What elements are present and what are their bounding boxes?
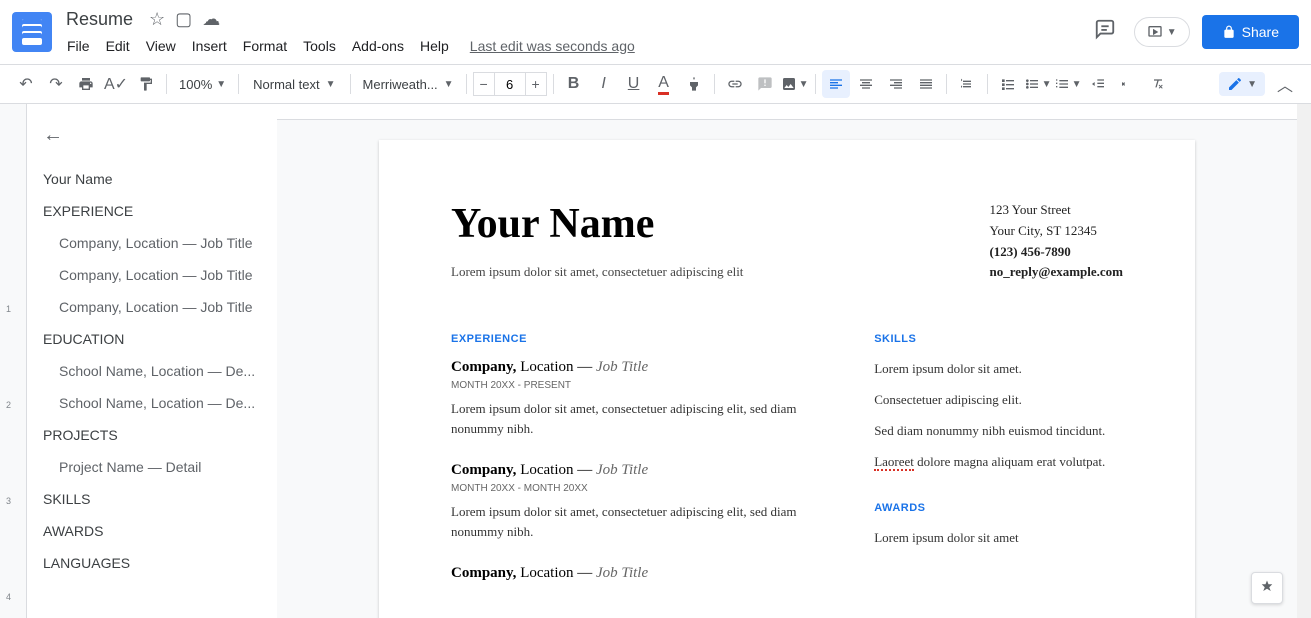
menu-addons[interactable]: Add-ons — [345, 34, 411, 58]
font-select[interactable]: Merriweath... ▼ — [357, 73, 460, 96]
menu-help[interactable]: Help — [413, 34, 456, 58]
insert-comment-button[interactable] — [751, 70, 779, 98]
vertical-ruler: 1 2 3 4 — [0, 104, 27, 618]
increase-indent-button[interactable] — [1114, 70, 1142, 98]
job-entry: Company, Location — Job Title — [451, 565, 824, 582]
outline-item[interactable]: Company, Location — Job Title — [39, 259, 265, 291]
outline-item[interactable]: SKILLS — [39, 483, 265, 515]
zoom-select[interactable]: 100% ▼ — [173, 73, 232, 96]
outline-item[interactable]: EDUCATION — [39, 323, 265, 355]
numbered-list-button[interactable]: ▼ — [1054, 70, 1082, 98]
paragraph-style-select[interactable]: Normal text ▼ — [245, 73, 343, 96]
explore-button[interactable] — [1251, 572, 1283, 604]
font-size-decrease[interactable]: − — [473, 72, 495, 96]
vertical-scrollbar[interactable] — [1297, 104, 1311, 618]
bulleted-list-button[interactable]: ▼ — [1024, 70, 1052, 98]
outline-item[interactable]: Project Name — Detail — [39, 451, 265, 483]
paint-format-button[interactable] — [132, 70, 160, 98]
line-spacing-button[interactable] — [953, 70, 981, 98]
chevron-down-icon: ▼ — [1042, 79, 1052, 90]
text-color-button[interactable]: A — [650, 70, 678, 98]
underline-button[interactable]: U — [620, 70, 648, 98]
menu-format[interactable]: Format — [236, 34, 294, 58]
move-icon[interactable]: ▢ — [175, 9, 192, 30]
menu-view[interactable]: View — [139, 34, 183, 58]
docs-logo-icon[interactable] — [12, 12, 52, 52]
chevron-down-icon: ▼ — [1072, 79, 1082, 90]
menu-insert[interactable]: Insert — [185, 34, 234, 58]
clear-formatting-button[interactable] — [1144, 70, 1172, 98]
italic-button[interactable]: I — [590, 70, 618, 98]
last-edit-link[interactable]: Last edit was seconds ago — [470, 38, 635, 54]
chevron-down-icon: ▼ — [444, 79, 454, 90]
chevron-down-icon: ▼ — [1167, 27, 1177, 38]
skills-heading: SKILLS — [874, 333, 1123, 345]
document-page[interactable]: Your Name Lorem ipsum dolor sit amet, co… — [379, 140, 1195, 618]
highlight-button[interactable] — [680, 70, 708, 98]
skill-item: Laoreet dolore magna aliquam erat volutp… — [874, 452, 1123, 473]
menu-tools[interactable]: Tools — [296, 34, 343, 58]
outline-item[interactable]: LANGUAGES — [39, 547, 265, 579]
skill-item: Sed diam nonummy nibh euismod tincidunt. — [874, 421, 1123, 442]
font-size-input[interactable] — [495, 72, 525, 96]
align-center-button[interactable] — [852, 70, 880, 98]
insert-link-button[interactable] — [721, 70, 749, 98]
skill-item: Lorem ipsum dolor sit amet. — [874, 359, 1123, 380]
menu-edit[interactable]: Edit — [99, 34, 137, 58]
outline-item[interactable]: School Name, Location — De... — [39, 355, 265, 387]
chevron-down-icon: ▼ — [1247, 79, 1257, 90]
contact-block: 123 Your Street Your City, ST 12345 (123… — [989, 200, 1123, 283]
collapse-toolbar-button[interactable]: ︿ — [1271, 70, 1299, 98]
decrease-indent-button[interactable] — [1084, 70, 1112, 98]
document-title[interactable]: Resume — [60, 7, 139, 32]
align-right-button[interactable] — [882, 70, 910, 98]
share-button[interactable]: Share — [1202, 15, 1299, 49]
outline-item[interactable]: Company, Location — Job Title — [39, 291, 265, 323]
print-button[interactable] — [72, 70, 100, 98]
menu-file[interactable]: File — [60, 34, 97, 58]
outline-item[interactable]: School Name, Location — De... — [39, 387, 265, 419]
outline-item[interactable]: Company, Location — Job Title — [39, 227, 265, 259]
outline-back-button[interactable]: ← — [39, 120, 265, 151]
outline-item[interactable]: PROJECTS — [39, 419, 265, 451]
share-label: Share — [1242, 24, 1279, 40]
checklist-button[interactable] — [994, 70, 1022, 98]
align-left-button[interactable] — [822, 70, 850, 98]
chevron-down-icon: ▼ — [216, 79, 226, 90]
awards-heading: AWARDS — [874, 502, 1123, 514]
job-entry: Company, Location — Job TitleMONTH 20XX … — [451, 359, 824, 438]
star-icon[interactable]: ☆ — [149, 9, 165, 30]
chevron-down-icon: ▼ — [326, 79, 336, 90]
job-entry: Company, Location — Job TitleMONTH 20XX … — [451, 462, 824, 541]
spellcheck-button[interactable]: A✓ — [102, 70, 130, 98]
insert-image-button[interactable]: ▼ — [781, 70, 809, 98]
font-size-increase[interactable]: + — [525, 72, 547, 96]
editing-mode-button[interactable]: ▼ — [1219, 72, 1265, 96]
undo-button[interactable]: ↶ — [12, 70, 40, 98]
resume-tagline: Lorem ipsum dolor sit amet, consectetuer… — [451, 264, 743, 280]
comment-history-icon[interactable] — [1088, 12, 1122, 52]
outline-item[interactable]: EXPERIENCE — [39, 195, 265, 227]
chevron-down-icon: ▼ — [799, 79, 809, 90]
cloud-status-icon[interactable]: ☁ — [202, 9, 220, 30]
document-outline: ← Your NameEXPERIENCECompany, Location —… — [27, 104, 277, 618]
outline-item[interactable]: Your Name — [39, 163, 265, 195]
align-justify-button[interactable] — [912, 70, 940, 98]
bold-button[interactable]: B — [560, 70, 588, 98]
outline-item[interactable]: AWARDS — [39, 515, 265, 547]
awards-text: Lorem ipsum dolor sit amet — [874, 528, 1123, 549]
redo-button[interactable]: ↷ — [42, 70, 70, 98]
present-button[interactable]: ▼ — [1134, 17, 1190, 47]
horizontal-ruler[interactable] — [277, 104, 1297, 120]
experience-heading: EXPERIENCE — [451, 333, 824, 345]
skill-item: Consectetuer adipiscing elit. — [874, 390, 1123, 411]
resume-name: Your Name — [451, 200, 743, 248]
